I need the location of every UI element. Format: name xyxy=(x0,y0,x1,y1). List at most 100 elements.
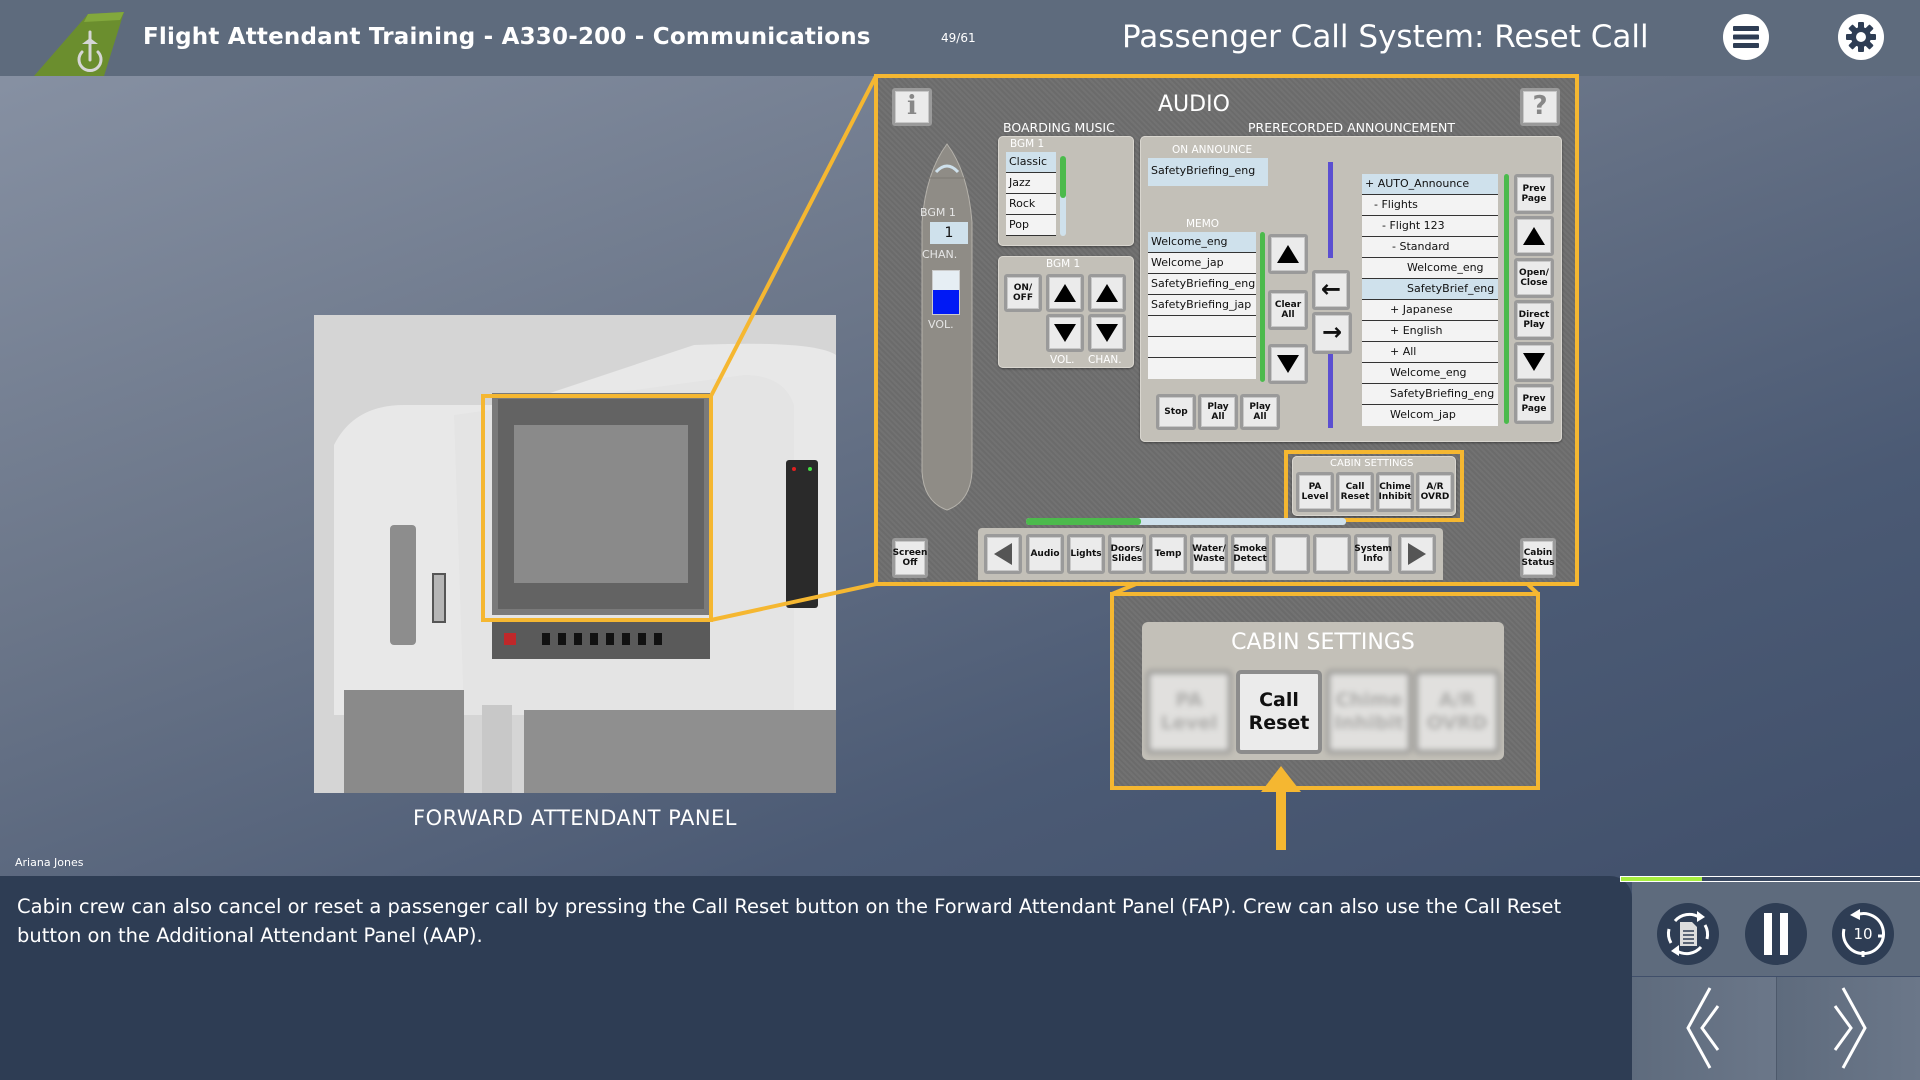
previous-slide-button[interactable] xyxy=(1632,977,1776,1080)
tree-item[interactable]: + Japanese xyxy=(1362,300,1498,321)
tree-item[interactable]: Welcome_eng xyxy=(1362,258,1498,279)
direct-play-button[interactable]: Direct Play xyxy=(1514,300,1554,340)
channel-display: 1 xyxy=(930,222,968,244)
nav-prev-button[interactable] xyxy=(984,534,1022,574)
callout-title: CABIN SETTINGS xyxy=(1231,630,1415,655)
next-slide-button[interactable] xyxy=(1776,977,1920,1080)
bgm-item-classic[interactable]: Classic xyxy=(1006,152,1056,173)
open-close-button[interactable]: Open/ Close xyxy=(1514,258,1554,298)
course-title: Flight Attendant Training - A330-200 - C… xyxy=(143,24,871,50)
tree-item[interactable]: + All xyxy=(1362,342,1498,363)
nav-tab-empty-7[interactable] xyxy=(1313,534,1351,574)
bgm-vol-label: VOL. xyxy=(1050,354,1075,366)
arrow-right-icon: → xyxy=(1321,318,1343,347)
tree-down-button[interactable] xyxy=(1514,342,1554,382)
cabin-status-button[interactable]: Cabin Status xyxy=(1520,538,1556,578)
nav-tab-smoke-detect[interactable]: Smoke Detect xyxy=(1231,534,1269,574)
tree-item[interactable]: Welcom_jap xyxy=(1362,405,1498,426)
settings-button[interactable] xyxy=(1838,14,1884,60)
tree-item[interactable]: + AUTO_Announce xyxy=(1362,174,1498,195)
memo-item[interactable] xyxy=(1148,337,1256,358)
transfer-right-button[interactable]: → xyxy=(1312,312,1352,354)
pointer-arrow-icon xyxy=(1261,766,1301,792)
gear-icon xyxy=(1846,22,1876,52)
transfer-indicator-top xyxy=(1328,162,1333,258)
stop-button[interactable]: Stop xyxy=(1156,394,1196,430)
bgm-item-jazz[interactable]: Jazz xyxy=(1006,173,1056,194)
memo-item[interactable] xyxy=(1148,358,1256,379)
channel-label: CHAN. xyxy=(922,248,958,261)
page-counter: 49/61 xyxy=(941,31,976,45)
volume-label: VOL. xyxy=(928,318,954,331)
volume-up-button[interactable] xyxy=(1046,274,1084,312)
bgm-list-box: BGM 1 Classic Jazz Rock Pop xyxy=(998,136,1134,246)
memo-item[interactable]: Welcome_eng xyxy=(1148,232,1256,253)
memo-item[interactable]: SafetyBriefing_jap xyxy=(1148,295,1256,316)
bgm-controls-box: BGM 1 ON/ OFF VOL. CHAN. xyxy=(998,256,1134,368)
pause-button[interactable] xyxy=(1745,903,1807,965)
play-all-button-2[interactable]: Play All xyxy=(1240,394,1280,430)
prev-page-button-bottom[interactable]: Prev Page xyxy=(1514,384,1554,424)
tree-item[interactable]: - Standard xyxy=(1362,237,1498,258)
nav-tab-audio[interactable]: Audio xyxy=(1026,534,1064,574)
play-all-button-1[interactable]: Play All xyxy=(1198,394,1238,430)
tree-item[interactable]: SafetyBrief_eng xyxy=(1362,279,1498,300)
select-tree-scrollbar[interactable] xyxy=(1504,174,1509,424)
clear-all-button[interactable]: Clear All xyxy=(1268,290,1308,330)
tree-item[interactable]: - Flights xyxy=(1362,195,1498,216)
tree-item[interactable]: Welcome_eng xyxy=(1362,363,1498,384)
cabin-settings-zoom-callout: CABIN SETTINGS PA Level Call Reset Chime… xyxy=(1110,592,1540,790)
tree-item[interactable]: SafetyBriefing_eng xyxy=(1362,384,1498,405)
tree-item[interactable]: + English xyxy=(1362,321,1498,342)
nav-tab-water-waste[interactable]: Water/ Waste xyxy=(1190,534,1228,574)
volume-meter-fill xyxy=(933,290,959,314)
nav-tab-system-info[interactable]: System Info xyxy=(1354,534,1392,574)
boarding-music-label: BOARDING MUSIC xyxy=(1003,120,1115,135)
volume-down-button[interactable] xyxy=(1046,314,1084,352)
bgm-list-scrollbar[interactable] xyxy=(1060,156,1066,236)
tree-item[interactable]: - Flight 123 xyxy=(1362,216,1498,237)
arrow-down-icon xyxy=(1523,353,1545,371)
audio-title: AUDIO xyxy=(1158,92,1230,117)
aircraft-bgm-label: BGM 1 xyxy=(920,206,956,219)
airline-tail-logo-icon xyxy=(34,12,124,76)
callout-cabin-settings-box: CABIN SETTINGS PA Level Call Reset Chime… xyxy=(1142,622,1504,760)
triangle-right-icon xyxy=(1408,543,1426,565)
memo-up-button[interactable] xyxy=(1268,234,1308,274)
memo-scrollbar[interactable] xyxy=(1260,232,1265,382)
author-name: Ariana Jones xyxy=(15,856,84,869)
rewind-10-button[interactable]: 10 xyxy=(1832,903,1894,965)
memo-item[interactable]: Welcome_jap xyxy=(1148,253,1256,274)
lesson-progress-bar[interactable] xyxy=(1620,876,1920,882)
replay-transcript-button[interactable] xyxy=(1657,903,1719,965)
memo-item[interactable] xyxy=(1148,316,1256,337)
nav-tab-empty-6[interactable] xyxy=(1272,534,1310,574)
pause-icon xyxy=(1764,913,1788,955)
bgm-item-rock[interactable]: Rock xyxy=(1006,194,1056,215)
bgm-on-off-button[interactable]: ON/ OFF xyxy=(1004,274,1042,312)
callout-call-reset-button[interactable]: Call Reset xyxy=(1236,670,1322,754)
nav-next-button[interactable] xyxy=(1398,534,1436,574)
prerecorded-box: ON ANNOUNCE SafetyBriefing_eng MEMO Welc… xyxy=(1140,136,1562,442)
replay-transcript-icon xyxy=(1666,911,1710,956)
help-button[interactable]: ? xyxy=(1520,88,1560,126)
channel-down-button[interactable] xyxy=(1088,314,1126,352)
info-button[interactable]: i xyxy=(892,88,932,126)
memo-down-button[interactable] xyxy=(1268,344,1308,384)
prev-page-button-top[interactable]: Prev Page xyxy=(1514,174,1554,214)
channel-up-button[interactable] xyxy=(1088,274,1126,312)
bgm-item-pop[interactable]: Pop xyxy=(1006,215,1056,236)
bgm-list-title: BGM 1 xyxy=(1010,138,1045,150)
menu-button[interactable] xyxy=(1723,14,1769,60)
nav-tab-temp[interactable]: Temp xyxy=(1149,534,1187,574)
nav-tab-doors-slides[interactable]: Doors/ Slides xyxy=(1108,534,1146,574)
tree-up-button[interactable] xyxy=(1514,216,1554,256)
memo-list: Welcome_eng Welcome_jap SafetyBriefing_e… xyxy=(1148,232,1256,379)
callout-pa-level-button: PA Level xyxy=(1146,670,1232,754)
screen-off-button[interactable]: Screen Off xyxy=(892,538,928,578)
channel-down-icon xyxy=(1096,324,1118,342)
transfer-left-button[interactable]: ← xyxy=(1312,270,1350,310)
nav-tab-lights[interactable]: Lights xyxy=(1067,534,1105,574)
memo-item[interactable]: SafetyBriefing_eng xyxy=(1148,274,1256,295)
top-header-bar: Flight Attendant Training - A330-200 - C… xyxy=(0,0,1920,76)
